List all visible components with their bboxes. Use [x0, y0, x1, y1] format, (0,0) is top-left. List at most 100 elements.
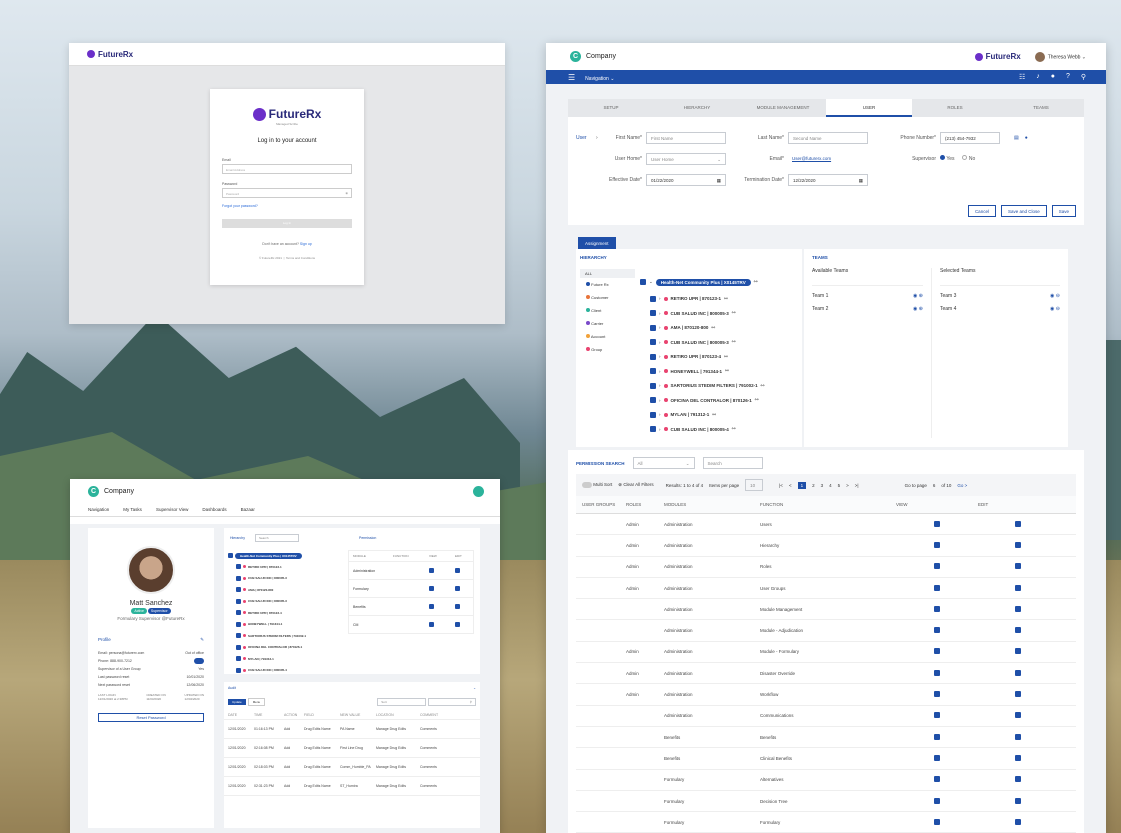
go-button[interactable]: Go >	[957, 483, 967, 488]
col-roles[interactable]: ROLES	[626, 502, 664, 507]
calendar-icon[interactable]: ▦	[717, 178, 721, 183]
prev-page-button[interactable]: <	[789, 483, 792, 488]
view-checkbox[interactable]	[896, 776, 978, 783]
view-checkbox[interactable]	[429, 585, 455, 592]
col-view[interactable]: VIEW	[896, 502, 978, 507]
edit-checkbox[interactable]	[978, 776, 1058, 783]
view-checkbox[interactable]	[896, 584, 978, 592]
tree-node[interactable]: HONEYWELL | 791344-1	[236, 619, 346, 631]
edit-checkbox[interactable]	[978, 712, 1058, 719]
eye-icon[interactable]: ◉	[345, 191, 348, 195]
hamburger-icon[interactable]: ☰	[568, 73, 575, 82]
view-checkbox[interactable]	[896, 563, 978, 570]
tree-node[interactable]: CUB SALUD INC | 800005-3	[236, 573, 346, 585]
permission-filter-select[interactable]: All ⌄	[632, 457, 695, 469]
table-row[interactable]: Admin Administration Module - Formulary	[576, 642, 1076, 664]
nav-supervisor-view[interactable]: Supervisor View	[156, 507, 188, 512]
email-value[interactable]: User@futurerx.com	[788, 153, 868, 165]
view-checkbox[interactable]	[429, 621, 455, 628]
tree-root[interactable]: ⌄ Health-Net Community Plus | X0145TRV ⚯	[640, 275, 764, 290]
view-checkbox[interactable]	[896, 541, 978, 549]
view-checkbox[interactable]	[896, 797, 978, 805]
link-icon[interactable]: ⚯	[725, 368, 729, 374]
link-icon[interactable]: ⚯	[732, 339, 736, 345]
tree-node[interactable]: › CUB SALUD INC | 800005-3 ⚯	[650, 306, 764, 321]
audit-search[interactable]: ⚲	[427, 698, 476, 706]
view-checkbox[interactable]	[896, 627, 978, 634]
permission-search-input[interactable]: Search	[702, 457, 763, 469]
link-icon[interactable]: ⚯	[755, 397, 759, 403]
assignment-tab[interactable]: Assignment	[578, 237, 616, 249]
tree-node[interactable]: MYLAN | 791312-1	[236, 653, 346, 665]
search-icon[interactable]: ⚲	[470, 700, 472, 704]
tab-setup[interactable]: SETUP	[568, 99, 654, 117]
tree-node[interactable]: CUB SALUD INC | 800005-3	[236, 596, 346, 608]
legend-all[interactable]: ALL	[580, 269, 635, 278]
table-row[interactable]: Benefits Clinical Benefits	[576, 748, 1076, 770]
tree-node[interactable]: RETIRO UPR | 870123-1	[236, 561, 346, 573]
tree-node[interactable]: › CUB SALUD INC | 800005-3 ⚯	[650, 335, 764, 350]
edit-checkbox[interactable]	[978, 669, 1058, 677]
last-name-input[interactable]: Second Name	[788, 131, 868, 144]
edit-checkbox[interactable]	[978, 584, 1058, 592]
table-row[interactable]: Administration Module Management	[576, 599, 1076, 621]
edit-checkbox[interactable]	[978, 648, 1058, 655]
out-office-toggle[interactable]	[194, 658, 204, 664]
save-and-close-button[interactable]: Save and Close	[1000, 205, 1047, 217]
nav-bazaar[interactable]: Bazaar	[241, 507, 255, 512]
edit-checkbox[interactable]	[455, 585, 460, 592]
edit-checkbox[interactable]	[455, 567, 460, 574]
table-row[interactable]: Administration Module - Adjudication	[576, 620, 1076, 642]
user-avatar-icon[interactable]	[473, 485, 484, 497]
user-home-select[interactable]: User Home ⌄	[646, 152, 726, 165]
tree-node[interactable]: RETIRO UPR | 870123-4	[236, 607, 346, 619]
edit-checkbox[interactable]	[978, 520, 1058, 528]
list-icon[interactable]: ☷	[1019, 73, 1025, 81]
view-checkbox[interactable]	[896, 733, 978, 741]
clear-filters-button[interactable]: ⊗ Clear All Filters	[618, 482, 653, 488]
view-checkbox[interactable]	[896, 754, 978, 762]
col-function[interactable]: FUNCTION	[760, 502, 896, 507]
edit-checkbox[interactable]	[978, 605, 1058, 613]
link-icon[interactable]: ⚯	[724, 354, 728, 360]
link-icon[interactable]: ⚯	[761, 383, 765, 389]
navigation-menu[interactable]: ☰ Navigation ⌄	[568, 73, 614, 82]
table-row[interactable]: Admin Administration Users	[576, 514, 1076, 536]
tree-node[interactable]: › CUB SALUD INC | 800005-4 ⚯	[650, 422, 764, 437]
audit-tab-menu[interactable]: Menu	[247, 698, 266, 706]
tab-user[interactable]: USER	[826, 99, 912, 117]
team-row[interactable]: Team 1 ◉ ⊕	[812, 289, 923, 302]
view-checkbox[interactable]	[429, 603, 455, 610]
multi-sort-toggle[interactable]: Multi Sort	[582, 482, 612, 488]
team-row[interactable]: Team 2 ◉ ⊕	[812, 302, 923, 315]
user-menu[interactable]: Theresa Webb ⌄	[1034, 51, 1086, 62]
password-field[interactable]: Password ◉	[222, 188, 352, 198]
link-icon[interactable]: ⚯	[732, 426, 736, 432]
login-button[interactable]: Log In	[222, 219, 352, 228]
view-checkbox[interactable]	[896, 605, 978, 613]
edit-checkbox[interactable]	[978, 627, 1058, 634]
page-3[interactable]: 3	[821, 483, 824, 488]
view-checkbox[interactable]	[896, 669, 978, 677]
table-row[interactable]: Admin Administration Roles	[576, 557, 1076, 578]
edit-checkbox[interactable]	[978, 541, 1058, 549]
table-row[interactable]: Benefits Benefits	[576, 727, 1076, 749]
tree-node[interactable]: OFICINA DEL CONTRALOR | 870126-1	[236, 642, 346, 654]
view-checkbox[interactable]	[429, 567, 455, 574]
view-checkbox[interactable]	[896, 818, 978, 826]
next-page-button[interactable]: >	[846, 483, 849, 488]
audit-sort-select[interactable]: Sort	[377, 698, 426, 706]
edit-icon[interactable]: ✎	[200, 637, 204, 643]
tab-teams[interactable]: TEAMS	[998, 99, 1084, 117]
view-checkbox[interactable]	[896, 712, 978, 719]
tree-node[interactable]: AMA | 870120-800	[236, 584, 346, 596]
termination-date-input[interactable]: 12/22/2020 ▦	[788, 173, 868, 186]
supervisor-yes-radio[interactable]: Yes	[940, 155, 954, 162]
phone-input[interactable]: (213) 454-7932	[940, 131, 1000, 144]
edit-checkbox[interactable]	[978, 818, 1058, 826]
search-icon[interactable]: ⚲	[1081, 73, 1086, 81]
link-icon[interactable]: ⚯	[711, 325, 715, 331]
tree-node[interactable]: › HONEYWELL | 791344-1 ⚯	[650, 364, 764, 379]
link-icon[interactable]: ⚯	[754, 279, 758, 285]
tree-node[interactable]: › AMA | 870120-800 ⚯	[650, 321, 764, 336]
